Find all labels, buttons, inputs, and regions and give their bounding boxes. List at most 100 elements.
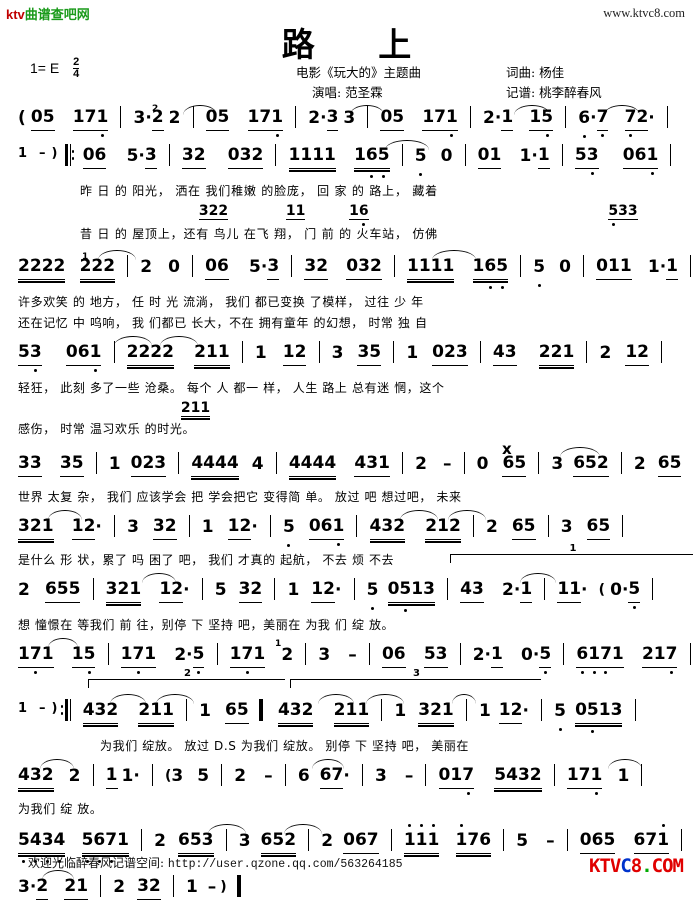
lyric-text: 为我们 绽 放。 — [18, 802, 103, 816]
beat-group: 6171 — [576, 641, 624, 674]
system-3: 2222 222 1 20 06 5·3 32 032 1111 16 5 50 … — [0, 250, 693, 335]
notation-line-10: 432 2 1 1· (3 5 2– 6 67· 3– 017 5432 171 1 — [0, 759, 693, 800]
barline — [368, 643, 370, 665]
page-title: 路 上 — [281, 25, 438, 64]
beat-group: 321 — [418, 697, 454, 727]
beat-group: 023 — [432, 339, 468, 366]
beat-group: 5434 — [18, 827, 66, 863]
lyric-text: 感伤， 时常 温习欢乐 的时光。 — [18, 422, 196, 436]
barline — [291, 255, 293, 277]
beat-group: 65 — [657, 450, 682, 477]
beat-group: 12 — [498, 697, 523, 724]
barline — [538, 452, 540, 474]
double-barline — [258, 699, 263, 721]
beat-group: 431 — [354, 450, 390, 477]
beat-group: 12 — [311, 576, 335, 603]
volta-number: 2 — [184, 668, 191, 679]
key-signature: 1= E 2 4 — [30, 57, 80, 81]
barline — [561, 144, 563, 166]
final-barline — [236, 875, 241, 897]
volta-bracket-3: 3 — [290, 668, 541, 688]
alt-beat-group: 322 — [198, 203, 229, 220]
barline — [666, 106, 668, 128]
system-4: 53 061 2222 211 1 12 3 35 1 023 43 221 2 12 … — [0, 336, 693, 444]
beat-group: 65 — [511, 513, 536, 540]
barline — [393, 341, 395, 363]
beat-group: 33 — [18, 450, 42, 477]
beat-group: 05 — [380, 104, 405, 131]
beat-group: 5 — [192, 641, 205, 674]
barline — [92, 578, 94, 600]
lyric-text: 许多欢笑 的 地方， 任 时 光 流淌， 我们 都已变换 了模样， 过往 少 年 — [18, 295, 424, 309]
beat-group: 065 — [579, 827, 616, 854]
alt-beat-group: 211 — [180, 400, 211, 420]
subtitle: 电影《玩大的》主题曲 — [296, 65, 422, 80]
beat-group: 032 — [227, 142, 264, 169]
lyric-text: 轻狂， 此刻 多了一些 沧桑。 每个 人 都一 样， 人生 路上 总有迷 惘，这… — [18, 381, 445, 395]
logo-c: C — [620, 855, 631, 877]
barline — [459, 643, 461, 665]
beat-group: 43 — [460, 576, 484, 603]
barline — [353, 578, 355, 600]
volta-bracket-2: 2 — [88, 668, 285, 688]
barline — [295, 106, 297, 128]
barline — [361, 764, 363, 786]
lyric-text: 想 憧憬在 等我们 前 往，别停 下 坚持 吧，美丽在 为我 们 绽 放。 — [18, 618, 395, 632]
barline — [107, 643, 109, 665]
barline — [563, 643, 565, 665]
beat-group: 32 — [152, 513, 177, 540]
system-12: 3·2 21 2 32 1–) — [0, 870, 693, 909]
barline — [178, 452, 180, 474]
barline — [402, 452, 403, 474]
system-8: 17 1 15 17 1 2·5 17 1 1 2 3– 06 53 2·1 0·5 … — [0, 638, 693, 681]
beat-group: 067 — [343, 827, 379, 854]
lyric-text: 为我们 绽放。 放过 D.S 为我们 绽放。 别停 下 坚持 吧， 美丽在 — [100, 739, 470, 753]
meter-denominator: 4 — [73, 68, 80, 80]
beat-group: 061 — [308, 513, 345, 546]
volta-bracket-1: 1 — [450, 543, 693, 563]
barline — [479, 341, 481, 363]
lyric-text: 是什么 形 状，累了 吗 困了 吧， 我们 才真的 起航， 不去 烦 不去 — [18, 553, 395, 567]
system-5: 33 35 1 023 4444 4 4444 431 2– 0 65 x 3 652… — [0, 440, 693, 509]
barline — [141, 829, 143, 851]
system-7: 2 655 321 12· 5 32 1 12· 5 05 13 1 43 2·1 1… — [0, 543, 693, 637]
barline — [661, 341, 663, 363]
footer-text: 欢迎光临醉春风记谱空间: — [28, 856, 165, 870]
barline — [356, 515, 358, 537]
system-10: 432 2 1 1· (3 5 2– 6 67· 3– 017 5432 171 1 — [0, 759, 693, 821]
barline — [634, 699, 636, 721]
beat-group: 16 5 — [354, 142, 390, 178]
system-9: 2 3 1–) 432 211 1 65 432 211 1 321 1 12· 5 — [0, 668, 693, 758]
beat-group: 05 — [30, 104, 55, 131]
barline — [541, 699, 543, 721]
beat-group: 171 — [566, 762, 603, 795]
beat-group: 12 — [282, 339, 307, 366]
beat-group: 5432 — [494, 762, 543, 792]
notator-credit: 记谱: 桃李醉春风 — [506, 85, 602, 100]
beat-group: 1 — [537, 142, 550, 169]
barline — [689, 643, 691, 665]
beat-group: 217 — [641, 641, 678, 674]
beat-group: 023 — [130, 450, 167, 477]
beat-group: 2222 — [18, 253, 66, 283]
beat-group: 221 — [538, 339, 575, 369]
barline — [393, 255, 395, 277]
beat-group: 011 — [596, 253, 632, 280]
system-2: 1–) 06 5·3 32 032 1111 16 5 50 01 1·1 53 … — [0, 140, 693, 249]
beat-group: 16 5 — [472, 253, 509, 289]
barline — [503, 829, 505, 851]
barline — [652, 578, 654, 600]
beat-group: 12 — [227, 513, 252, 540]
beat-group: 12 — [625, 339, 649, 366]
beat-group: 1 — [666, 253, 678, 280]
beat-group: 171 — [72, 104, 109, 137]
repeat-start-sign — [60, 699, 74, 721]
repeat-start-sign — [64, 144, 75, 166]
barline — [92, 764, 94, 786]
system-6: 321 12· 3 32 1 12· 5 061 432 212 2 65 3 65 是什… — [0, 510, 693, 572]
beat-group: 432 — [277, 697, 314, 727]
lyric-line-10: 为我们 绽 放。 — [0, 800, 693, 821]
lyric-text: 还在记忆 中 呜响， 我 们都已 长大，不在 拥有童年 的幻想， 时常 独 自 — [18, 316, 428, 330]
beat-group: 06 — [205, 253, 229, 280]
notation-line-7: 2 655 321 12· 5 32 1 12· 5 05 13 1 43 2·1 1… — [0, 543, 693, 616]
